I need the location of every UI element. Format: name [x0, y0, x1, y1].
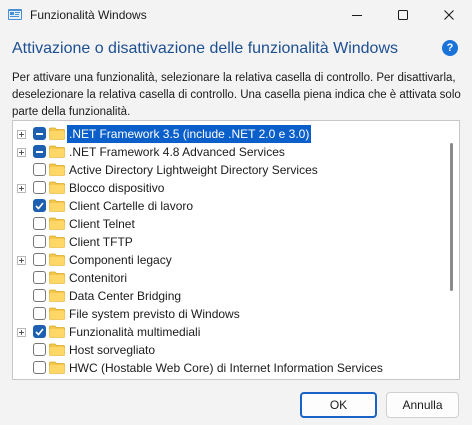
feature-checkbox[interactable] — [33, 253, 46, 266]
feature-label[interactable]: Funzionalità multimediali — [67, 323, 202, 341]
help-icon[interactable]: ? — [442, 40, 458, 56]
maximize-button[interactable] — [380, 0, 426, 30]
feature-checkbox[interactable] — [33, 361, 46, 374]
ok-button[interactable]: OK — [300, 392, 377, 418]
feature-checkbox[interactable] — [33, 235, 46, 248]
expand-icon[interactable] — [17, 328, 26, 337]
expand-icon[interactable] — [17, 256, 26, 265]
title-bar[interactable]: Funzionalità Windows — [0, 0, 472, 30]
folder-icon — [49, 289, 65, 302]
feature-label[interactable]: Blocco dispositivo — [67, 179, 166, 197]
folder-icon — [49, 217, 65, 230]
minimize-icon — [352, 15, 362, 16]
feature-row[interactable]: Contenitori — [13, 269, 449, 287]
feature-checkbox[interactable] — [33, 199, 46, 212]
maximize-icon — [398, 10, 408, 20]
expand-icon[interactable] — [17, 148, 26, 157]
feature-checkbox[interactable] — [33, 217, 46, 230]
windows-features-icon — [8, 9, 22, 20]
feature-row[interactable]: Host sorvegliato — [13, 341, 449, 359]
folder-icon — [49, 325, 65, 338]
folder-icon — [49, 181, 65, 194]
feature-row[interactable]: Funzionalità multimediali — [13, 323, 449, 341]
feature-label[interactable]: Contenitori — [67, 269, 129, 287]
feature-checkbox[interactable] — [33, 343, 46, 356]
feature-row[interactable]: File system previsto di Windows — [13, 305, 449, 323]
feature-label[interactable]: Componenti legacy — [67, 251, 174, 269]
close-icon — [444, 10, 454, 20]
page-title: Attivazione o disattivazione delle funzi… — [12, 40, 398, 57]
feature-checkbox[interactable] — [33, 163, 46, 176]
feature-row[interactable]: Client Cartelle di lavoro — [13, 197, 449, 215]
window-title: Funzionalità Windows — [30, 8, 147, 22]
folder-icon — [49, 235, 65, 248]
cancel-button[interactable]: Annulla — [386, 392, 459, 418]
feature-checkbox[interactable] — [33, 325, 46, 338]
folder-icon — [49, 127, 65, 140]
feature-label[interactable]: Data Center Bridging — [67, 287, 183, 305]
feature-label[interactable]: Active Directory Lightweight Directory S… — [67, 161, 320, 179]
folder-icon — [49, 307, 65, 320]
feature-row[interactable]: Active Directory Lightweight Directory S… — [13, 161, 449, 179]
folder-icon — [49, 253, 65, 266]
feature-row[interactable]: Data Center Bridging — [13, 287, 449, 305]
feature-label[interactable]: Host sorvegliato — [67, 341, 157, 359]
feature-row[interactable]: Blocco dispositivo — [13, 179, 449, 197]
feature-label[interactable]: .NET Framework 3.5 (include .NET 2.0 e 3… — [67, 125, 312, 143]
minimize-button[interactable] — [334, 0, 380, 30]
feature-label[interactable]: File system previsto di Windows — [67, 305, 242, 323]
feature-row[interactable]: Client Telnet — [13, 215, 449, 233]
folder-icon — [49, 271, 65, 284]
folder-icon — [49, 343, 65, 356]
expand-icon[interactable] — [17, 130, 26, 139]
feature-row[interactable]: Componenti legacy — [13, 251, 449, 269]
folder-icon — [49, 361, 65, 374]
instructions-text: Per attivare una funzionalità, seleziona… — [12, 72, 461, 118]
feature-label[interactable]: .NET Framework 4.8 Advanced Services — [67, 143, 287, 161]
close-button[interactable] — [426, 0, 472, 30]
feature-checkbox[interactable] — [33, 307, 46, 320]
feature-checkbox[interactable] — [33, 289, 46, 302]
scrollbar[interactable] — [450, 143, 453, 291]
feature-row[interactable]: Client TFTP — [13, 233, 449, 251]
features-tree[interactable]: .NET Framework 3.5 (include .NET 2.0 e 3… — [12, 120, 460, 380]
folder-icon — [49, 145, 65, 158]
feature-label[interactable]: HWC (Hostable Web Core) di Internet Info… — [67, 359, 385, 377]
folder-icon — [49, 163, 65, 176]
feature-checkbox[interactable] — [33, 271, 46, 284]
feature-checkbox[interactable] — [33, 145, 46, 158]
feature-label[interactable]: Client Telnet — [67, 215, 137, 233]
feature-label[interactable]: Client TFTP — [67, 233, 135, 251]
expand-icon[interactable] — [17, 184, 26, 193]
feature-row[interactable]: HWC (Hostable Web Core) di Internet Info… — [13, 359, 449, 377]
feature-row[interactable]: .NET Framework 3.5 (include .NET 2.0 e 3… — [13, 125, 449, 143]
feature-checkbox[interactable] — [33, 181, 46, 194]
folder-icon — [49, 199, 65, 212]
feature-row[interactable]: .NET Framework 4.8 Advanced Services — [13, 143, 449, 161]
feature-checkbox[interactable] — [33, 127, 46, 140]
feature-label[interactable]: Client Cartelle di lavoro — [67, 197, 195, 215]
